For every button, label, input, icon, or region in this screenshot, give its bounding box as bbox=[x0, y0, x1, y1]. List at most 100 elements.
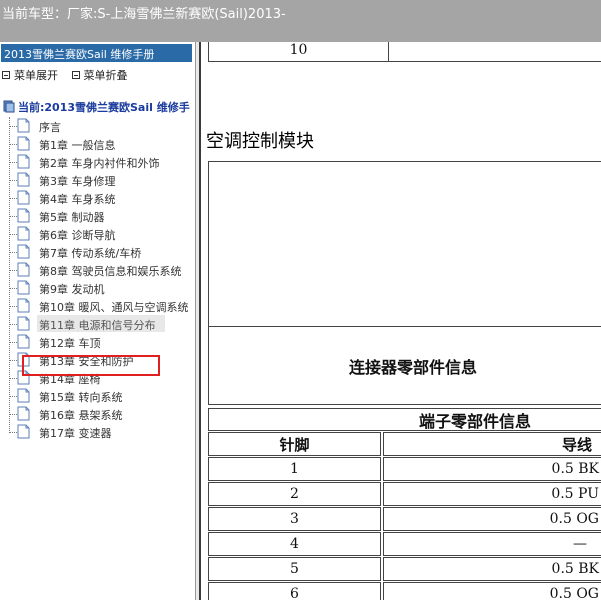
tree-branch bbox=[9, 432, 17, 433]
collapse-menu-button[interactable]: 菜单折叠 bbox=[71, 69, 128, 82]
wire-cell: 0.5 OG bbox=[383, 582, 601, 600]
tree-branch bbox=[9, 162, 17, 163]
tree-item-chapter-11[interactable]: 第11章 电源和信号分布 bbox=[9, 315, 195, 333]
document-icon bbox=[17, 208, 30, 223]
vehicle-value: 厂家:S-上海雪佛兰新赛欧(Sail)2013- bbox=[67, 7, 286, 22]
pin-cell: 4 bbox=[208, 532, 381, 556]
document-icon bbox=[17, 226, 30, 241]
tree-item-label: 第5章 制动器 bbox=[39, 211, 105, 224]
wire-cell: 0.5 BK bbox=[383, 457, 601, 481]
tree-branch bbox=[9, 198, 17, 199]
tree-item-label: 序言 bbox=[39, 121, 61, 134]
tree-item-chapter-10[interactable]: 第10章 暖风、通风与空调系统 bbox=[9, 297, 195, 315]
tree-item-label: 第3章 车身修理 bbox=[39, 175, 116, 188]
expand-icon bbox=[2, 71, 10, 79]
tree-item-label: 第17章 变速器 bbox=[39, 427, 112, 440]
tree-branch bbox=[9, 324, 17, 325]
tree-item-label: 第16章 悬架系统 bbox=[39, 409, 123, 422]
tree-branch bbox=[9, 252, 17, 253]
selection-annotation-frame bbox=[22, 355, 160, 376]
tree-item-label: 第9章 发动机 bbox=[39, 283, 105, 296]
tree-item-preface[interactable]: 序言 bbox=[9, 117, 195, 135]
tree-item-label: 第2章 车身内衬件和外饰 bbox=[39, 157, 160, 170]
tree-item-chapter-15[interactable]: 第15章 转向系统 bbox=[9, 387, 195, 405]
document-icon bbox=[17, 118, 30, 133]
tree-item-chapter-8[interactable]: 第8章 驾驶员信息和娱乐系统 bbox=[9, 261, 195, 279]
column-header-pin: 针脚 bbox=[208, 432, 381, 456]
tree-branch bbox=[9, 342, 17, 343]
content-pane: 10 空调控制模块 连接器零部件信息 端子零部件信息 针脚 导线 1 0.5 B… bbox=[201, 42, 601, 600]
document-icon bbox=[17, 406, 30, 421]
prev-table-cell-number: 10 bbox=[208, 42, 389, 62]
pin-cell: 1 bbox=[208, 457, 381, 481]
menu-actions: 菜单展开 菜单折叠 bbox=[2, 67, 138, 83]
tree-item-label: 第8章 驾驶员信息和娱乐系统 bbox=[39, 265, 182, 278]
vehicle-label: 当前车型： bbox=[2, 7, 68, 22]
vehicle-header: 当前车型：厂家:S-上海雪佛兰新赛欧(Sail)2013- bbox=[0, 0, 601, 42]
document-icon bbox=[17, 316, 30, 331]
tree-item-chapter-5[interactable]: 第5章 制动器 bbox=[9, 207, 195, 225]
connector-info-title: 连接器零部件信息 bbox=[208, 326, 601, 405]
tree-item-chapter-1[interactable]: 第1章 一般信息 bbox=[9, 135, 195, 153]
section-title: 空调控制模块 bbox=[206, 131, 314, 152]
navigation-pane: 2013雪佛兰赛欧Sail 维修手册 菜单展开 菜单折叠 当前:2013雪佛兰赛… bbox=[0, 42, 195, 600]
column-header-wire: 导线 bbox=[383, 432, 601, 456]
tree-branch bbox=[9, 216, 17, 217]
pin-cell: 3 bbox=[208, 507, 381, 531]
prev-table-cell-empty bbox=[388, 42, 601, 62]
document-icon bbox=[17, 388, 30, 403]
tree-root[interactable]: 当前:2013雪佛兰赛欧Sail 维修手 bbox=[3, 99, 190, 115]
document-icon bbox=[17, 424, 30, 439]
document-icon bbox=[17, 172, 30, 187]
wire-cell: 0.5 PU bbox=[383, 482, 601, 506]
tree-branch bbox=[9, 234, 17, 235]
tree-item-chapter-3[interactable]: 第3章 车身修理 bbox=[9, 171, 195, 189]
tree-root-label: 当前:2013雪佛兰赛欧Sail 维修手 bbox=[18, 101, 190, 114]
expand-menu-label: 菜单展开 bbox=[14, 69, 58, 82]
document-icon bbox=[17, 244, 30, 259]
manual-title[interactable]: 2013雪佛兰赛欧Sail 维修手册 bbox=[1, 44, 192, 62]
tree-item-label: 第6章 诊断导航 bbox=[39, 229, 116, 242]
tree-item-chapter-6[interactable]: 第6章 诊断导航 bbox=[9, 225, 195, 243]
tree-branch bbox=[9, 360, 17, 361]
tree-branch bbox=[9, 396, 17, 397]
wire-cell: 0.5 BK bbox=[383, 557, 601, 581]
tree-item-chapter-17[interactable]: 第17章 变速器 bbox=[9, 423, 195, 441]
pin-cell: 5 bbox=[208, 557, 381, 581]
tree-branch bbox=[9, 414, 17, 415]
pin-cell: 6 bbox=[208, 582, 381, 600]
tree-item-label: 第10章 暖风、通风与空调系统 bbox=[39, 301, 189, 314]
tree-branch bbox=[9, 378, 17, 379]
document-icon bbox=[17, 280, 30, 295]
document-icon bbox=[17, 262, 30, 277]
tree-item-chapter-2[interactable]: 第2章 车身内衬件和外饰 bbox=[9, 153, 195, 171]
document-icon bbox=[17, 136, 30, 151]
tree-item-label: 第11章 电源和信号分布 bbox=[39, 319, 156, 332]
tree-item-chapter-7[interactable]: 第7章 传动系统/车桥 bbox=[9, 243, 195, 261]
connector-image-cell bbox=[208, 161, 601, 327]
document-icon bbox=[17, 190, 30, 205]
book-root-icon bbox=[3, 100, 15, 113]
tree-item-chapter-9[interactable]: 第9章 发动机 bbox=[9, 279, 195, 297]
pin-cell: 2 bbox=[208, 482, 381, 506]
tree-branch bbox=[9, 270, 17, 271]
expand-menu-button[interactable]: 菜单展开 bbox=[2, 69, 58, 82]
document-icon bbox=[17, 334, 30, 349]
document-icon bbox=[17, 298, 30, 313]
tree-item-label: 第1章 一般信息 bbox=[39, 139, 116, 152]
wire-cell: 0.5 OG bbox=[383, 507, 601, 531]
tree-item-chapter-16[interactable]: 第16章 悬架系统 bbox=[9, 405, 195, 423]
tree-item-chapter-4[interactable]: 第4章 车身系统 bbox=[9, 189, 195, 207]
tree-item-label: 第12章 车顶 bbox=[39, 337, 101, 350]
wire-cell: — bbox=[383, 532, 601, 556]
collapse-menu-label: 菜单折叠 bbox=[83, 69, 128, 82]
tree-branch bbox=[9, 288, 17, 289]
collapse-icon bbox=[71, 71, 80, 79]
tree-branch bbox=[9, 144, 17, 145]
tree-item-label: 第15章 转向系统 bbox=[39, 391, 123, 404]
terminal-info-title: 端子零部件信息 bbox=[208, 408, 601, 431]
tree-item-label: 第7章 传动系统/车桥 bbox=[39, 247, 142, 260]
tree-branch bbox=[9, 126, 17, 127]
tree-item-chapter-12[interactable]: 第12章 车顶 bbox=[9, 333, 195, 351]
tree-branch bbox=[9, 306, 17, 307]
